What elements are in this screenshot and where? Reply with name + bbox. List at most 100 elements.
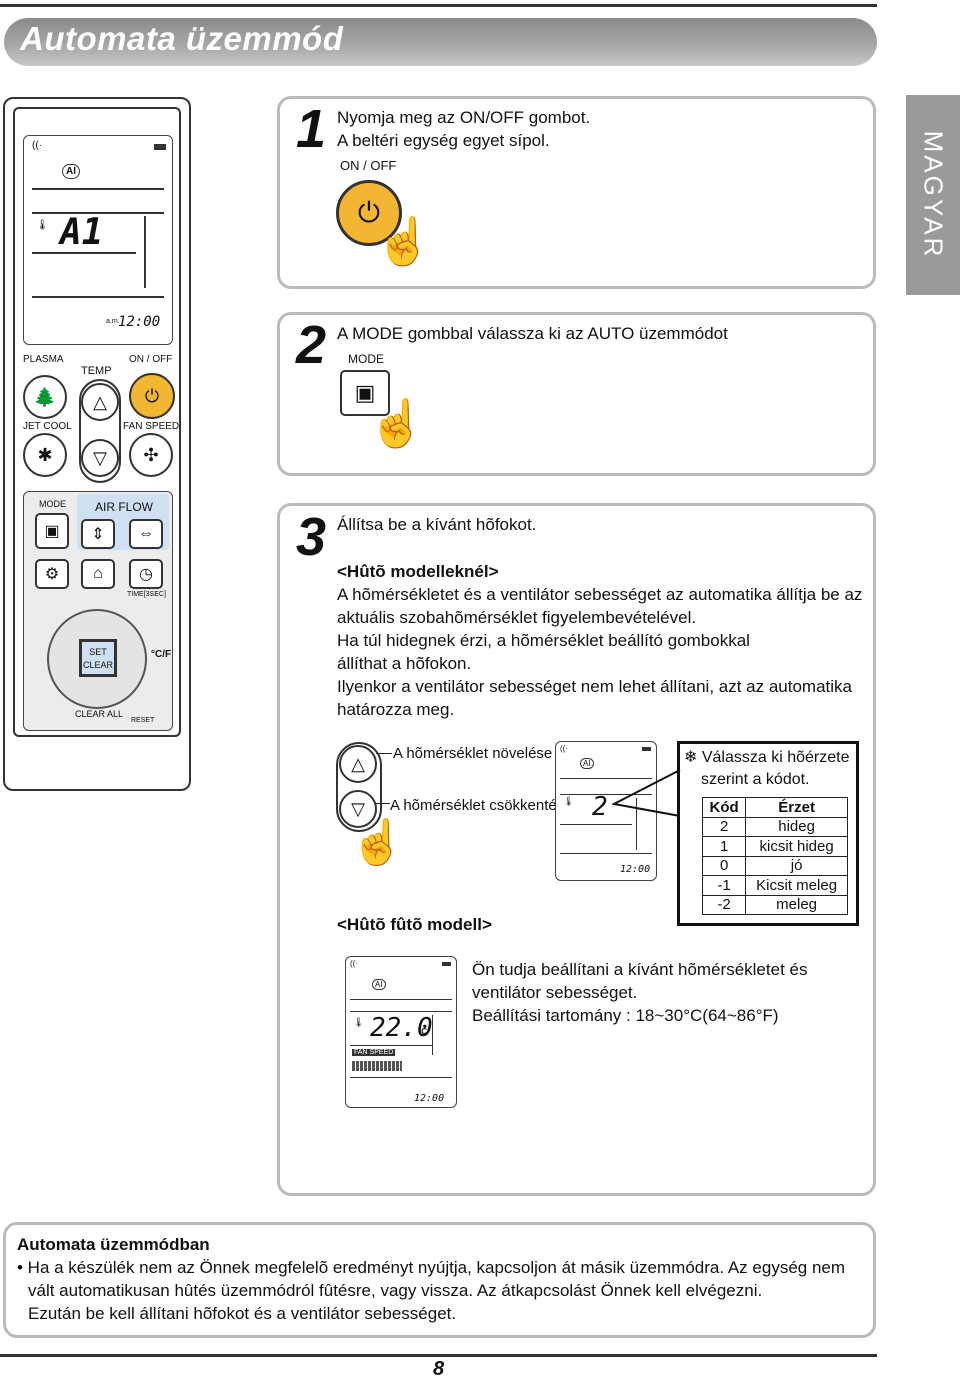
- table-header-row: Kód Érzet: [701, 797, 848, 818]
- code-cell: -1: [701, 875, 747, 896]
- fan-speed-label: FAN SPEED: [123, 421, 180, 432]
- fan-speed-bars: [352, 1061, 402, 1071]
- note-text: Válassza ki hõérzete: [701, 749, 850, 766]
- step-1-number: 1: [296, 99, 327, 159]
- cool-text: A hõmérsékletet és a ventilátor sebesség…: [337, 585, 863, 604]
- note-text: szerint a kódot.: [701, 771, 810, 788]
- jet-cool-label: JET COOL: [23, 421, 72, 432]
- temp-down-button[interactable]: ▽: [81, 439, 119, 477]
- room-temp-button[interactable]: ⌂: [81, 559, 115, 589]
- clear-all-label: CLEAR ALL: [75, 709, 124, 719]
- battery-icon: [154, 144, 166, 150]
- clock: 12:00: [414, 1093, 445, 1104]
- ai-icon: AI: [62, 164, 80, 179]
- table-row: 1 kicsit hideg: [701, 836, 848, 857]
- table-row: -1 Kicsit meleg: [701, 875, 848, 896]
- heat-text: Beállítási tartomány : 18~30°C(64~86°F): [472, 1006, 779, 1025]
- page-number: 8: [433, 1358, 445, 1380]
- airflow-horizontal-button[interactable]: ⇔: [129, 519, 163, 549]
- decrease-label: A hõmérséklet csökkentése: [390, 797, 573, 814]
- thermometer-icon: 🌡: [36, 220, 49, 231]
- set-label: SET: [89, 647, 107, 657]
- code-cell: -2: [701, 894, 747, 915]
- heat-text: ventilátor sebességet.: [472, 983, 638, 1002]
- code-cell: 2: [701, 816, 747, 837]
- mode-button[interactable]: ▣: [35, 513, 69, 549]
- snowflake-icon: ❄: [684, 749, 698, 766]
- fan-speed-button[interactable]: ✣: [129, 433, 173, 477]
- table-header: Érzet: [745, 797, 848, 818]
- battery-icon: [442, 962, 451, 966]
- jet-cool-button[interactable]: ✱: [23, 433, 67, 477]
- settings-button[interactable]: ⚙: [35, 559, 69, 589]
- ai-icon: AI: [372, 979, 386, 990]
- cool-text: aktuális szobahõmérséklet figyelembevéte…: [337, 608, 697, 627]
- bottom-rule: [0, 1354, 877, 1357]
- feel-cell: Kicsit meleg: [745, 875, 848, 896]
- feel-cell: meleg: [745, 894, 848, 915]
- increase-label: A hõmérséklet növelése: [393, 745, 553, 762]
- wifi-icon: ((·: [32, 140, 42, 151]
- step-1-text: A beltéri egység egyet sípol.: [337, 131, 550, 150]
- display-code: A1: [60, 212, 104, 253]
- air-flow-label: AIR FLOW: [95, 500, 154, 514]
- hand-pointer-icon: ☝: [350, 818, 405, 867]
- clock: 12:00: [620, 864, 651, 875]
- unit-display: °C: [418, 1027, 427, 1036]
- remote-control: ((· AI 🌡 A1 a.m. 12:00 PLASMA TEMP ON / …: [3, 97, 191, 791]
- timer-button[interactable]: ◷: [129, 559, 163, 589]
- note-text: Ezután be kell állítani hõfokot és a ven…: [28, 1304, 457, 1323]
- heat-text: Ön tudja beállítani a kívánt hõmérséklet…: [472, 960, 808, 979]
- temp-up-button[interactable]: △: [81, 383, 119, 421]
- battery-icon: [642, 747, 651, 751]
- set-clear-button[interactable]: SET CLEAR: [79, 639, 117, 677]
- plasma-label: PLASMA: [23, 354, 64, 365]
- page-title: Automata üzemmód: [20, 20, 344, 57]
- heat-model-heading: <Hûtõ fûtõ modell>: [337, 915, 492, 934]
- time-label: TIME[3SEC]: [127, 591, 166, 598]
- step-3-number: 3: [296, 507, 327, 567]
- step-2-number: 2: [296, 315, 327, 375]
- display-code: 2: [592, 792, 608, 822]
- ai-icon: AI: [580, 758, 594, 769]
- callout-pointer: [612, 769, 681, 817]
- thermometer-icon: 🌡: [563, 796, 575, 806]
- note-text: • Ha a készülék nem az Önnek megfelelõ e…: [17, 1258, 846, 1277]
- cool-text: határozza meg.: [337, 700, 455, 719]
- plasma-button[interactable]: 🌲: [23, 375, 67, 419]
- on-off-caption: ON / OFF: [340, 158, 397, 173]
- temp-label: TEMP: [81, 365, 112, 377]
- table-header: Kód: [701, 797, 747, 818]
- unit-label: °C/F: [151, 649, 172, 660]
- cool-text: állíthat a hõfokon.: [337, 654, 472, 673]
- hand-pointer-icon: ☝: [375, 215, 433, 267]
- mode-label: MODE: [39, 499, 66, 509]
- table-row: -2 meleg: [701, 894, 848, 915]
- fan-speed-indicator: FAN SPEED: [352, 1049, 396, 1056]
- feel-cell: hideg: [745, 816, 848, 837]
- temp-up-illustration: △: [339, 745, 377, 783]
- on-off-button[interactable]: ⏻: [129, 373, 175, 419]
- code-cell: 0: [701, 855, 747, 876]
- note-line: ❄ Válassza ki hõérzete: [684, 746, 850, 769]
- airflow-vertical-button[interactable]: ⇕: [81, 519, 115, 549]
- code-cell: 1: [701, 836, 747, 857]
- hand-pointer-icon: ☝: [368, 397, 426, 449]
- clear-label: CLEAR: [82, 660, 113, 670]
- wifi-icon: ((·: [560, 744, 568, 753]
- top-rule: [0, 4, 877, 7]
- language-tab: MAGYAR: [906, 95, 960, 295]
- cool-text: Ilyenkor a ventilátor sebességet nem leh…: [337, 677, 853, 696]
- feel-cell: jó: [745, 855, 848, 876]
- remote-lcd: ((· AI 🌡 A1 a.m. 12:00: [23, 135, 173, 345]
- step-3-intro: Állítsa be a kívánt hõfokot.: [337, 515, 537, 534]
- note-heading: Automata üzemmódban: [17, 1235, 210, 1254]
- mode-caption: MODE: [348, 352, 384, 366]
- step-1-text: Nyomja meg az ON/OFF gombot.: [337, 108, 591, 127]
- code-table: Kód Érzet 2 hideg 1 kicsit hideg 0 jó -1 Kics…: [701, 797, 848, 915]
- cool-text: Ha túl hidegnek érzi, a hõmérséklet beál…: [337, 631, 750, 650]
- on-off-label: ON / OFF: [129, 354, 173, 365]
- cool-model-heading: <Hûtõ modelleknél>: [337, 562, 499, 581]
- language-label: MAGYAR: [918, 130, 949, 260]
- heat-lcd-illustration: ((· AI 🌡 22.0 °C FAN SPEED 12:00: [345, 956, 457, 1108]
